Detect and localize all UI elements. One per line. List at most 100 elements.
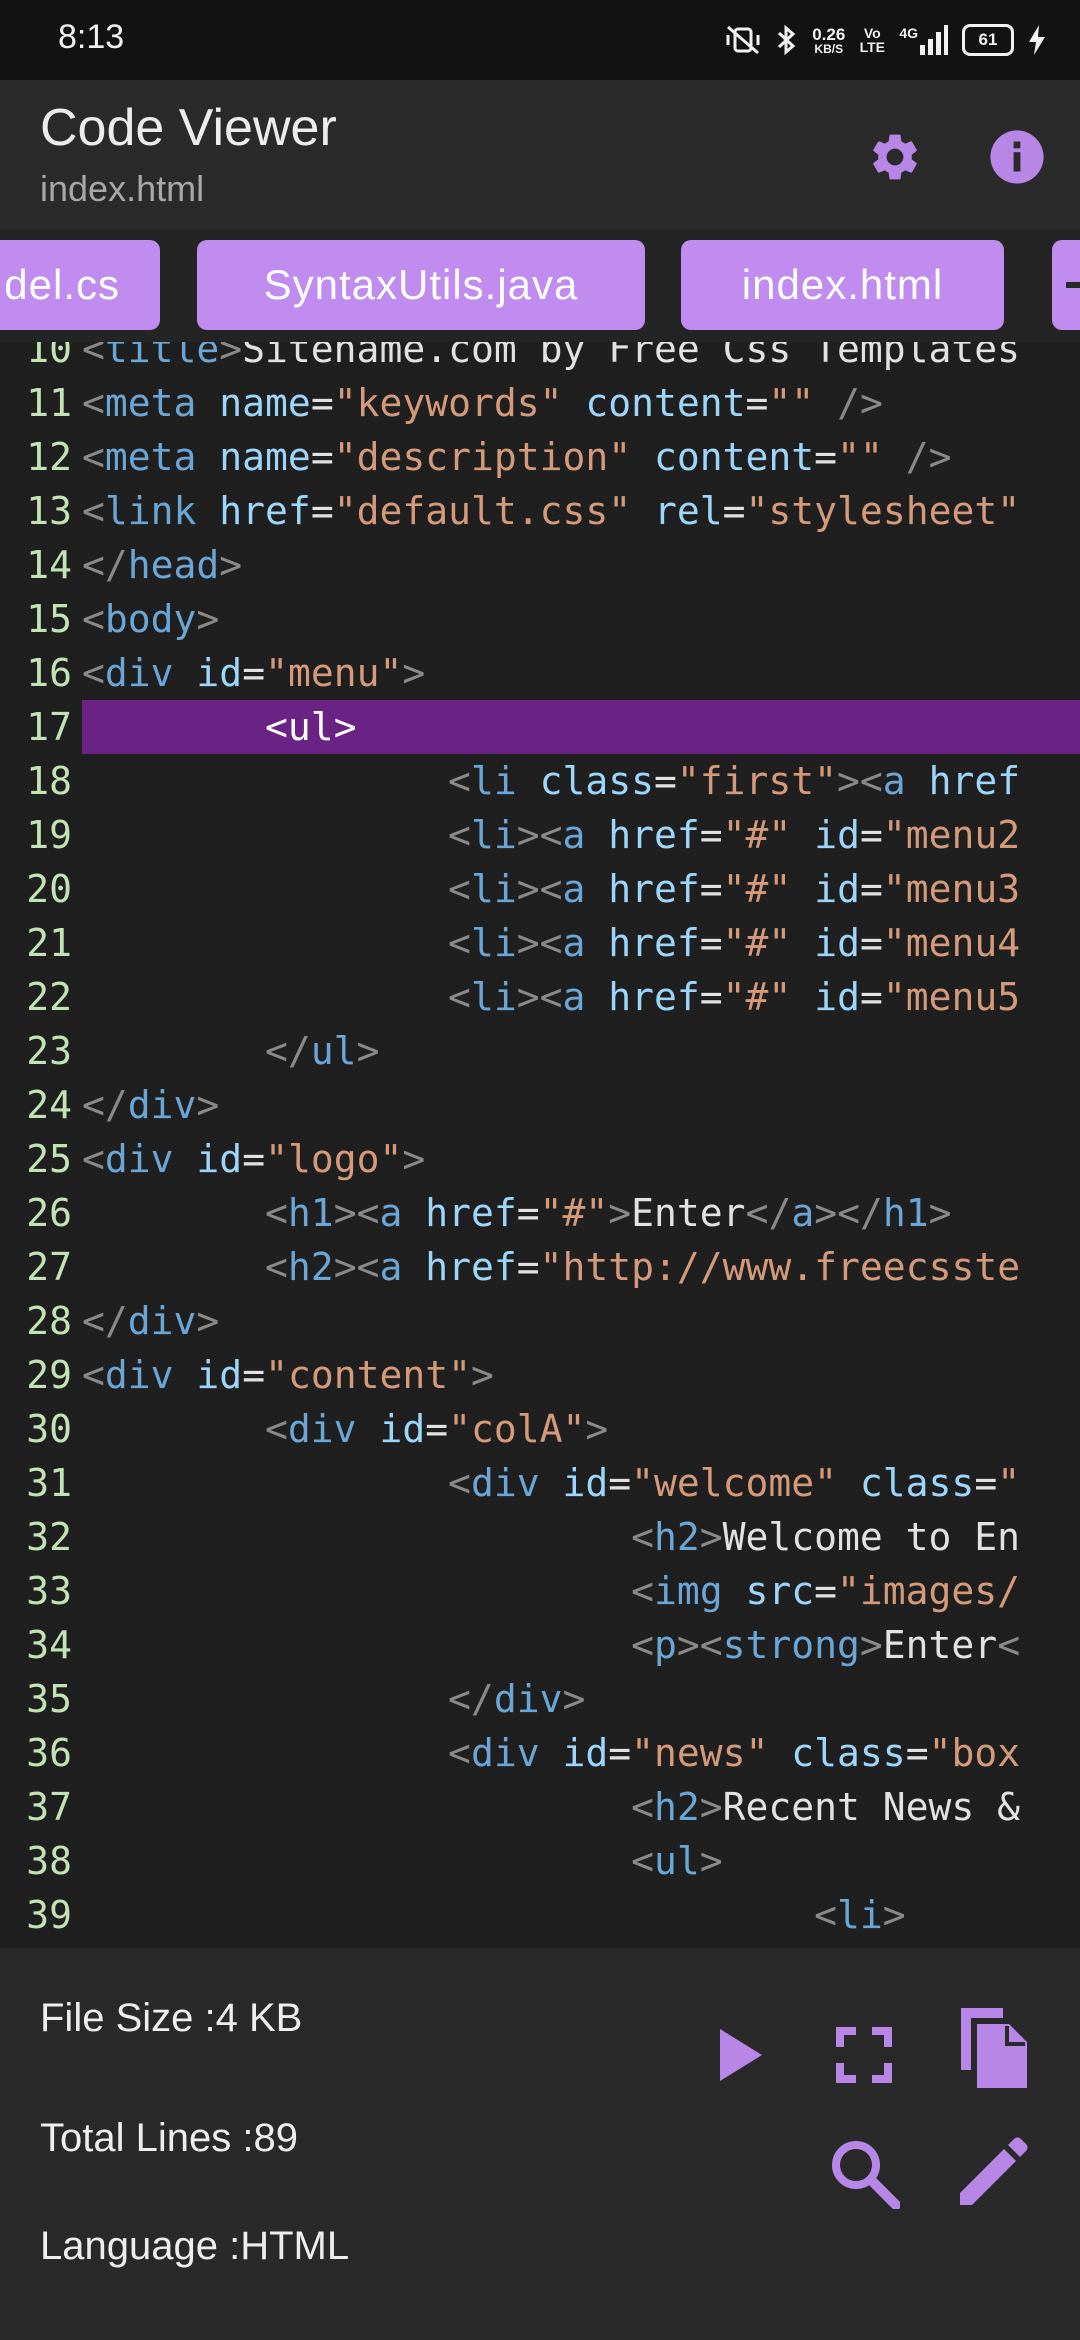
code-token: "images/	[837, 1569, 1021, 1613]
code-text: </div>	[82, 1294, 1080, 1348]
code-token: link	[104, 489, 197, 533]
code-token: div	[104, 651, 174, 695]
code-text: <div id="logo">	[82, 1132, 1080, 1186]
code-token: ><	[516, 921, 563, 965]
code-token: div	[470, 1461, 540, 1505]
code-token: <	[82, 342, 105, 371]
code-token: <	[997, 1623, 1021, 1667]
code-token: >	[470, 1353, 494, 1397]
edit-button[interactable]	[947, 2128, 1037, 2218]
code-token: Sitename.com by Free Css Templates	[242, 342, 1021, 371]
code-token: "menu5	[882, 975, 1021, 1019]
code-token: <	[265, 1191, 288, 1235]
line-number: 30	[26, 1407, 72, 1451]
tab-syntaxutils-java[interactable]: SyntaxUtils.java	[197, 240, 645, 330]
search-button[interactable]	[819, 2128, 909, 2218]
code-line: 32 <h2>Welcome to En	[0, 1510, 1080, 1564]
code-token: "http://www.freecsste	[539, 1245, 1021, 1289]
line-number: 25	[26, 1137, 72, 1181]
bluetooth-icon	[778, 24, 796, 56]
code-token: </	[265, 1029, 311, 1073]
code-line: 17 <ul>	[0, 700, 1080, 754]
code-token: >	[402, 1137, 426, 1181]
code-token: =	[608, 1731, 632, 1775]
code-token: ><	[516, 867, 563, 911]
code-token: =	[699, 921, 723, 965]
tab-model-cs[interactable]: del.cs	[0, 240, 160, 330]
code-text: <h2>Recent News &	[82, 1780, 1080, 1834]
code-token: img	[653, 1569, 723, 1613]
code-token: "description"	[333, 435, 632, 479]
fullscreen-button[interactable]	[819, 2010, 909, 2100]
code-token: "default.css"	[333, 489, 632, 533]
code-view[interactable]: 10 <title>Sitename.com by Free Css Templa…	[0, 342, 1080, 1948]
code-token: Welcome to En	[722, 1515, 1021, 1559]
tab-index-html[interactable]: index.html	[681, 240, 1004, 330]
code-line: 11 <meta name="keywords" content="" />	[0, 376, 1080, 430]
total-lines-label: Total Lines :89	[40, 2116, 298, 2160]
copy-button[interactable]	[947, 2002, 1037, 2092]
code-token: >	[608, 1191, 632, 1235]
code-token: >	[562, 1677, 586, 1721]
code-token: =	[516, 1245, 540, 1289]
info-button[interactable]	[982, 122, 1052, 192]
code-token: "welcome"	[631, 1461, 838, 1505]
code-token: =	[310, 381, 334, 425]
code-token: =	[814, 435, 838, 479]
code-line: 34 <p><strong>Enter<	[0, 1618, 1080, 1672]
code-text: <li>	[82, 1888, 1080, 1942]
code-line: 19 <li><a href="#" id="menu2	[0, 808, 1080, 862]
code-token: name	[219, 381, 311, 425]
code-token: li	[470, 975, 517, 1019]
code-line: 36 <div id="news" class="box	[0, 1726, 1080, 1780]
signal-indicator: 4G	[899, 25, 948, 55]
code-token: ><	[333, 1245, 380, 1289]
code-token: li	[470, 921, 517, 965]
code-token: class	[791, 1731, 906, 1775]
code-token: "content"	[265, 1353, 471, 1397]
code-token: >	[196, 1083, 220, 1127]
line-number: 22	[26, 975, 72, 1019]
code-token: div	[104, 1353, 174, 1397]
code-token: div	[127, 1299, 197, 1343]
code-token: =	[745, 381, 769, 425]
code-line: 24 </div>	[0, 1078, 1080, 1132]
code-text: <title>Sitename.com by Free Css Template…	[82, 342, 1080, 376]
code-token: <	[631, 1623, 654, 1667]
code-token: >	[219, 543, 243, 587]
code-token: ></	[814, 1191, 883, 1235]
code-token: ul	[653, 1839, 700, 1883]
code-token: content	[585, 381, 746, 425]
code-token: ><	[837, 759, 883, 803]
run-button[interactable]	[695, 2010, 785, 2100]
code-token: <	[82, 597, 105, 641]
line-number: 27	[26, 1245, 72, 1289]
code-token: div	[104, 1137, 174, 1181]
line-number: 33	[26, 1569, 72, 1613]
code-token: >	[402, 651, 426, 695]
code-token: li	[470, 813, 517, 857]
line-number: 29	[26, 1353, 72, 1397]
copy-icon	[961, 2008, 1027, 2088]
code-token: href	[425, 1245, 517, 1289]
code-token: >	[699, 1839, 723, 1883]
code-token: id	[196, 1137, 243, 1181]
code-token: "menu2	[882, 813, 1021, 857]
pencil-icon	[960, 2137, 1028, 2205]
settings-button[interactable]	[860, 122, 930, 192]
code-token: "menu3	[882, 867, 1021, 911]
tab-next[interactable]	[1052, 240, 1080, 330]
